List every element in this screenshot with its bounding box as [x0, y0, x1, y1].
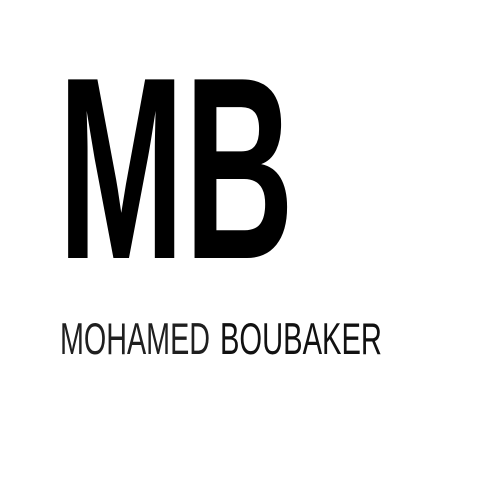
last-name-text: BOUBAKER — [220, 314, 382, 364]
monogram-svg: MB — [58, 23, 294, 313]
full-name-wordmark: MOHAMED BOUBAKER — [60, 314, 390, 364]
logo-canvas: MB MOHAMED BOUBAKER — [0, 0, 500, 500]
monogram-text: MB — [58, 23, 294, 313]
first-name-text: MOHAMED — [60, 314, 210, 364]
monogram-logo: MB — [56, 23, 296, 313]
full-name-svg: MOHAMED BOUBAKER — [60, 314, 382, 364]
